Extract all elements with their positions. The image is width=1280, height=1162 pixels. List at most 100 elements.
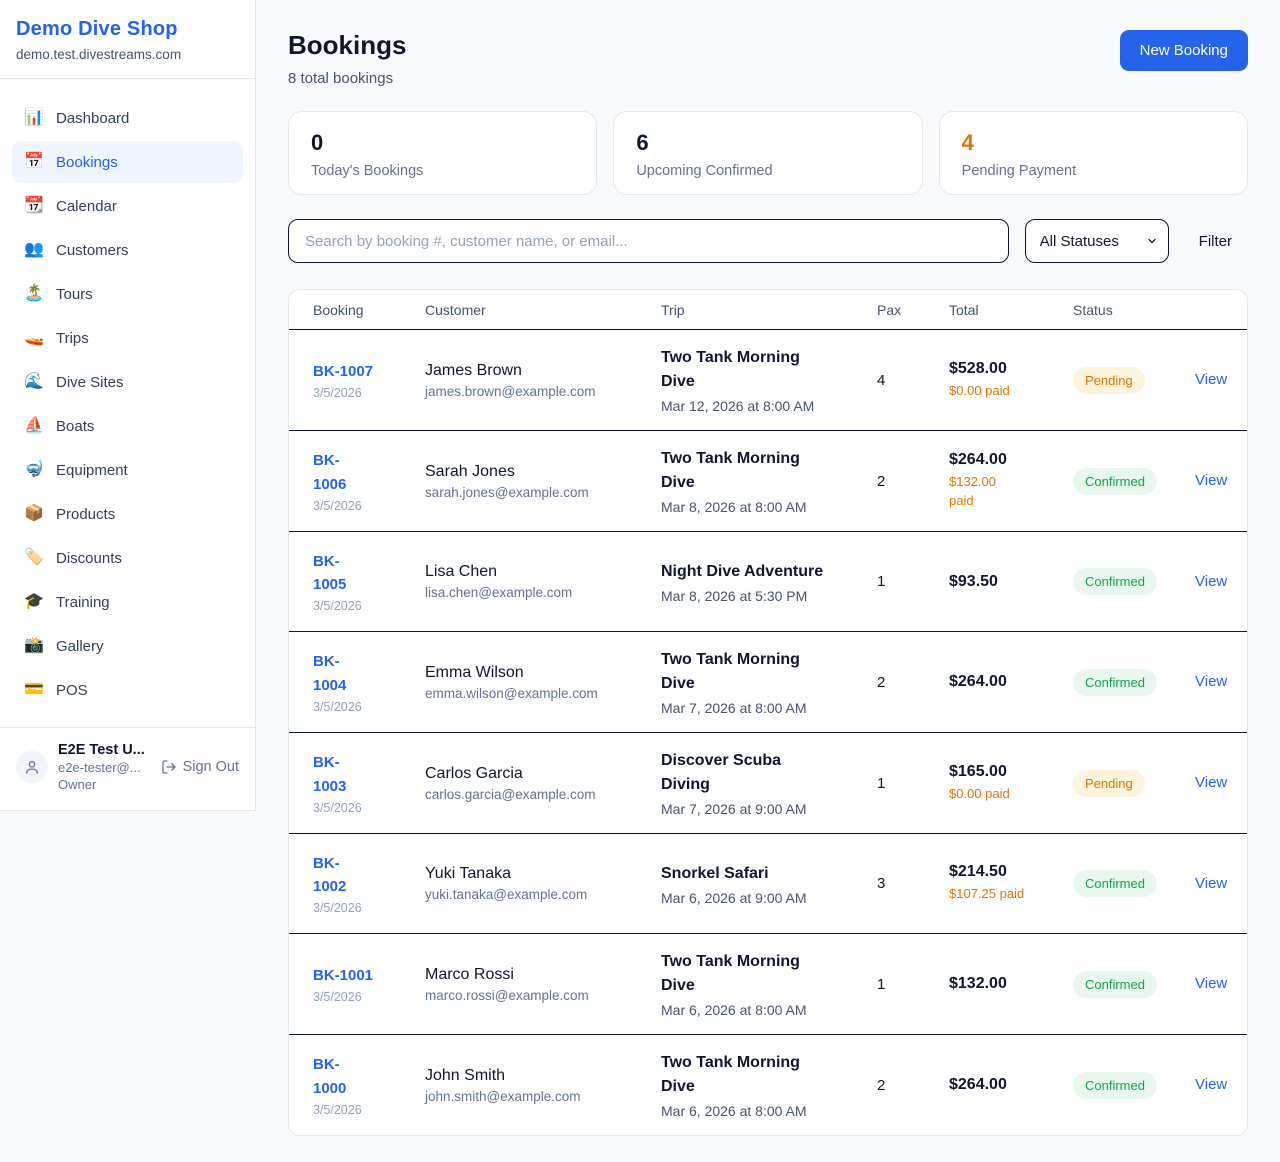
user-role: Owner [58, 777, 151, 792]
sidebar-item-bookings[interactable]: 📅 Bookings [12, 141, 243, 183]
column-header-trip: Trip [661, 302, 877, 318]
avatar [16, 751, 48, 783]
page-header: Bookings 8 total bookings New Booking [288, 30, 1248, 87]
view-link[interactable]: View [1195, 875, 1227, 892]
sidebar-item-label: Calendar [56, 198, 117, 215]
booking-id-link[interactable]: BK-1007 [313, 360, 373, 383]
action-cell: View [1195, 1076, 1227, 1094]
trip-cell: Two Tank Morning Dive Mar 12, 2026 at 8:… [661, 346, 877, 414]
customer-name: Marco Rossi [425, 966, 661, 984]
total-cell: $165.00 $0.00 paid [949, 763, 1073, 804]
sidebar-item-pos[interactable]: 💳 POS [12, 669, 243, 711]
new-booking-button[interactable]: New Booking [1120, 30, 1248, 71]
trip-datetime: Mar 6, 2026 at 9:00 AM [661, 890, 877, 906]
booking-id-link[interactable]: BK-1000 [313, 1053, 359, 1100]
sidebar-footer: E2E Test U... e2e-tester@... Owner Sign … [0, 727, 255, 810]
booking-id-link[interactable]: BK-1003 [313, 751, 359, 798]
total-cell: $264.00 [949, 673, 1073, 691]
trip-cell: Night Dive Adventure Mar 8, 2026 at 5:30… [661, 560, 877, 604]
customer-email: marco.rossi@example.com [425, 988, 661, 1003]
stat-card-pending-payment: 4 Pending Payment [939, 111, 1248, 195]
customer-cell: Emma Wilson emma.wilson@example.com [425, 664, 661, 701]
view-link[interactable]: View [1195, 1076, 1227, 1093]
bookings-table: Booking Customer Trip Pax Total Status B… [288, 289, 1248, 1136]
view-link[interactable]: View [1195, 573, 1227, 590]
sidebar-item-gallery[interactable]: 📸 Gallery [12, 625, 243, 667]
table-row: BK-1000 3/5/2026 John Smith john.smith@e… [289, 1034, 1247, 1135]
status-badge: Confirmed [1073, 870, 1157, 897]
sidebar-item-trips[interactable]: 🚤 Trips [12, 317, 243, 359]
sidebar-item-calendar[interactable]: 📆 Calendar [12, 185, 243, 227]
sidebar-item-training[interactable]: 🎓 Training [12, 581, 243, 623]
view-link[interactable]: View [1195, 975, 1227, 992]
booking-id-link[interactable]: BK-1005 [313, 550, 359, 597]
pax-value: 2 [877, 674, 949, 691]
sidebar-item-products[interactable]: 📦 Products [12, 493, 243, 535]
paid-amount: $132.00 paid [949, 473, 1007, 511]
tag-icon: 🏷️ [24, 550, 44, 566]
table-row: BK-1001 3/5/2026 Marco Rossi marco.rossi… [289, 933, 1247, 1034]
sidebar-item-equipment[interactable]: 🤿 Equipment [12, 449, 243, 491]
status-badge: Confirmed [1073, 568, 1157, 595]
booking-id-link[interactable]: BK-1006 [313, 449, 359, 496]
view-link[interactable]: View [1195, 673, 1227, 690]
sidebar-item-discounts[interactable]: 🏷️ Discounts [12, 537, 243, 579]
sign-out-button[interactable]: Sign Out [161, 759, 239, 775]
sidebar-item-boats[interactable]: ⛵ Boats [12, 405, 243, 447]
table-row: BK-1005 3/5/2026 Lisa Chen lisa.chen@exa… [289, 531, 1247, 631]
logout-icon [161, 759, 177, 775]
column-header-pax: Pax [877, 302, 949, 318]
booking-cell: BK-1007 3/5/2026 [313, 360, 425, 400]
customer-email: yuki.tanaka@example.com [425, 887, 661, 902]
customer-email: lisa.chen@example.com [425, 585, 661, 600]
booking-id-link[interactable]: BK-1001 [313, 964, 373, 987]
stat-label: Today's Bookings [311, 163, 574, 179]
island-icon: 🏝️ [24, 286, 44, 302]
sidebar-item-dashboard[interactable]: 📊 Dashboard [12, 97, 243, 139]
booking-cell: BK-1001 3/5/2026 [313, 964, 425, 1004]
brand-domain: demo.test.divestreams.com [16, 47, 239, 62]
sidebar-item-dive-sites[interactable]: 🌊 Dive Sites [12, 361, 243, 403]
view-link[interactable]: View [1195, 472, 1227, 489]
status-select-wrap: All Statuses [1025, 219, 1169, 263]
trip-cell: Discover Scuba Diving Mar 7, 2026 at 9:0… [661, 749, 877, 817]
filter-button[interactable]: Filter [1169, 233, 1248, 250]
view-link[interactable]: View [1195, 371, 1227, 388]
bookings-count: 8 total bookings [288, 70, 406, 87]
customer-name: Carlos Garcia [425, 765, 661, 783]
sidebar-item-label: Discounts [56, 550, 122, 567]
table-header: Booking Customer Trip Pax Total Status [289, 290, 1247, 330]
status-badge: Confirmed [1073, 468, 1157, 495]
booking-date: 3/5/2026 [313, 700, 425, 714]
booking-id-link[interactable]: BK-1004 [313, 650, 359, 697]
booking-cell: BK-1002 3/5/2026 [313, 852, 425, 916]
booking-date: 3/5/2026 [313, 1103, 425, 1117]
customer-cell: Carlos Garcia carlos.garcia@example.com [425, 765, 661, 802]
total-amount: $165.00 [949, 763, 1073, 781]
pax-value: 1 [877, 573, 949, 590]
trip-cell: Snorkel Safari Mar 6, 2026 at 9:00 AM [661, 862, 877, 906]
total-amount: $264.00 [949, 1076, 1073, 1094]
brand-block: Demo Dive Shop demo.test.divestreams.com [0, 0, 255, 79]
sidebar-item-tours[interactable]: 🏝️ Tours [12, 273, 243, 315]
status-select[interactable]: All Statuses [1025, 219, 1169, 263]
trip-name: Discover Scuba Diving [661, 749, 813, 797]
status-cell: Pending [1073, 367, 1195, 394]
view-link[interactable]: View [1195, 774, 1227, 791]
booking-id-link[interactable]: BK-1002 [313, 852, 359, 899]
trip-name: Two Tank Morning Dive [661, 950, 813, 998]
search-input[interactable] [288, 219, 1009, 263]
total-cell: $264.00 [949, 1076, 1073, 1094]
total-amount: $528.00 [949, 360, 1073, 378]
graduation-cap-icon: 🎓 [24, 594, 44, 610]
customer-name: James Brown [425, 362, 661, 380]
sidebar-item-customers[interactable]: 👥 Customers [12, 229, 243, 271]
booking-cell: BK-1004 3/5/2026 [313, 650, 425, 714]
trip-datetime: Mar 7, 2026 at 8:00 AM [661, 700, 877, 716]
status-cell: Confirmed [1073, 870, 1195, 897]
trip-cell: Two Tank Morning Dive Mar 6, 2026 at 8:0… [661, 950, 877, 1018]
trip-datetime: Mar 6, 2026 at 8:00 AM [661, 1002, 877, 1018]
action-cell: View [1195, 774, 1227, 792]
pax-value: 4 [877, 372, 949, 389]
sidebar-item-label: Bookings [56, 154, 118, 171]
